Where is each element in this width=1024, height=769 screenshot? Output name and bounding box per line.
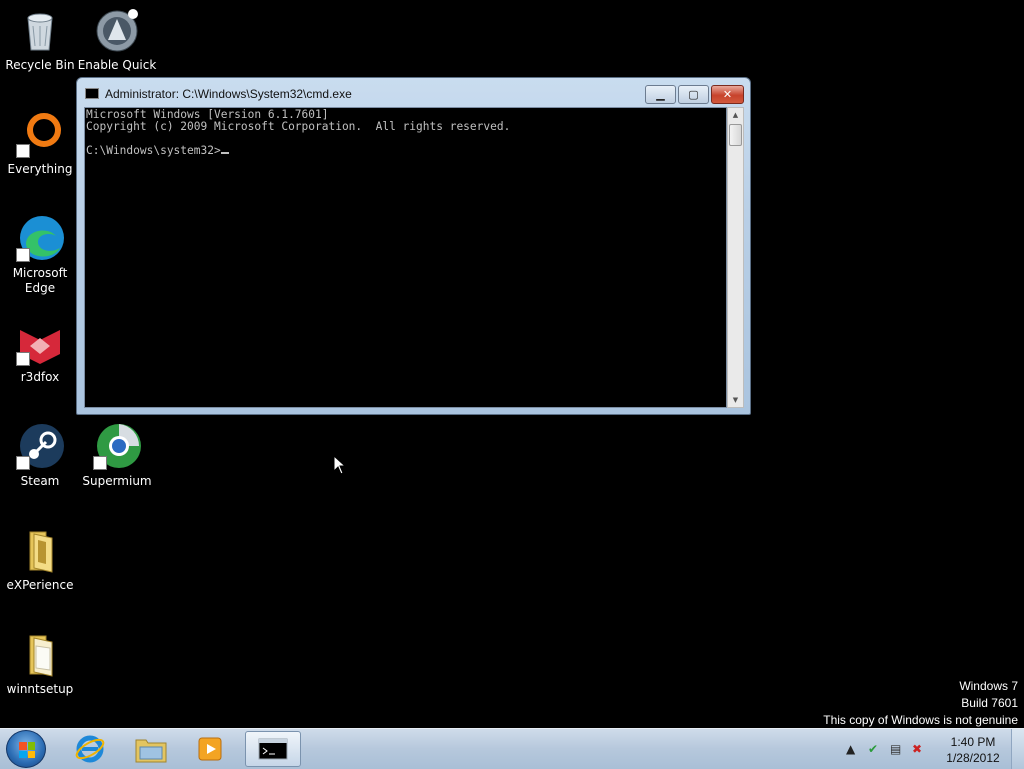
mouse-pointer-icon	[333, 455, 347, 475]
recycle-bin-icon	[16, 6, 64, 54]
steam-icon	[16, 422, 64, 470]
desktop-icon-label: Microsoft Edge	[12, 266, 68, 295]
shortcut-arrow-icon	[16, 456, 30, 470]
desktop-icon-label: Steam	[20, 474, 60, 488]
desktop-icon-label: r3dfox	[20, 370, 60, 384]
taskbar-media-player[interactable]	[183, 731, 239, 767]
start-button[interactable]	[6, 730, 46, 768]
maximize-icon: ▢	[688, 88, 699, 101]
maximize-button[interactable]: ▢	[678, 85, 709, 104]
watermark-build: Build 7601	[961, 696, 1018, 710]
windows-logo-icon	[19, 742, 35, 758]
supermium-icon	[93, 422, 141, 470]
aimp-icon	[93, 6, 141, 54]
r3dfox-icon	[16, 318, 64, 366]
text-cursor	[220, 152, 229, 154]
internet-explorer-icon	[75, 735, 105, 763]
shortcut-arrow-icon	[16, 352, 30, 366]
scroll-thumb[interactable]	[729, 124, 742, 146]
desktop-icon-label: winntsetup	[6, 682, 74, 696]
watermark-os: Windows 7	[959, 679, 1018, 693]
title-bar[interactable]: Administrator: C:\Windows\System32\cmd.e…	[77, 78, 750, 108]
show-hidden-icons-icon[interactable]: ▲	[846, 742, 855, 756]
taskbar: ▲ ✔ ▤ ✖ 1:40 PM 1/28/2012	[0, 728, 1024, 769]
everything-search-icon	[16, 110, 64, 158]
console-prompt: C:\Windows\system32>	[86, 144, 221, 157]
desktop-icon-label: Recycle Bin	[5, 58, 75, 72]
clock-time: 1:40 PM	[950, 735, 996, 749]
vertical-scrollbar[interactable]: ▲ ▼	[727, 107, 744, 408]
close-button[interactable]: ✕	[711, 85, 744, 104]
volume-muted-icon[interactable]: ✖	[912, 742, 922, 756]
desktop-icon-label: Everything	[7, 162, 73, 176]
cmd-window[interactable]: Administrator: C:\Windows\System32\cmd.e…	[76, 77, 751, 415]
edge-icon	[16, 214, 64, 262]
window-title: Administrator: C:\Windows\System32\cmd.e…	[105, 87, 352, 101]
desktop-icon-winntsetup[interactable]: winntsetup	[0, 630, 80, 697]
cmd-icon	[258, 738, 288, 760]
desktop-icon-r3dfox[interactable]: r3dfox	[0, 318, 80, 385]
scroll-up-icon[interactable]: ▲	[728, 108, 743, 122]
taskbar-file-explorer[interactable]	[123, 731, 179, 767]
console-line: Copyright (c) 2009 Microsoft Corporation…	[86, 120, 511, 133]
watermark-genuine-notice: This copy of Windows is not genuine	[823, 713, 1018, 727]
shortcut-arrow-icon	[16, 248, 30, 262]
media-player-icon	[198, 737, 222, 761]
network-icon[interactable]: ▤	[890, 742, 901, 756]
clock-date: 1/28/2012	[946, 751, 1000, 765]
cmd-icon	[85, 88, 99, 99]
desktop-icon-recycle-bin[interactable]: Recycle Bin	[0, 6, 80, 73]
desktop-icon-experience[interactable]: eXPerience	[0, 526, 80, 593]
desktop-icon-supermium[interactable]: Supermium	[77, 422, 157, 489]
minimize-button[interactable]: ▁	[645, 85, 676, 104]
desktop-icon-label: Supermium	[82, 474, 152, 488]
shortcut-arrow-icon	[93, 456, 107, 470]
desktop-icon-enable-quick[interactable]: Enable Quick	[77, 6, 157, 73]
close-icon: ✕	[722, 88, 733, 101]
windows-watermark: Windows 7 Build 7601 This copy of Window…	[823, 678, 1018, 729]
file-explorer-icon	[135, 739, 167, 763]
minimize-icon: ▁	[656, 88, 665, 101]
taskbar-internet-explorer[interactable]	[62, 731, 118, 767]
shortcut-arrow-icon	[16, 144, 30, 158]
console-output[interactable]: Microsoft Windows [Version 6.1.7601] Cop…	[84, 107, 727, 408]
desktop-icon-everything[interactable]: Everything	[0, 110, 80, 177]
check-icon[interactable]: ✔	[868, 742, 878, 756]
taskbar-cmd[interactable]	[245, 731, 301, 767]
desktop-icon-label: Enable Quick	[77, 58, 157, 72]
folder-icon	[16, 526, 64, 574]
clock[interactable]: 1:40 PM 1/28/2012	[928, 734, 1018, 766]
desktop-icon-steam[interactable]: Steam	[0, 422, 80, 489]
folder-icon	[16, 630, 64, 678]
desktop-icon-microsoft-edge[interactable]: Microsoft Edge	[0, 214, 80, 296]
show-desktop-button[interactable]	[1011, 729, 1024, 769]
scroll-down-icon[interactable]: ▼	[728, 393, 743, 407]
desktop-icon-label: eXPerience	[6, 578, 74, 592]
